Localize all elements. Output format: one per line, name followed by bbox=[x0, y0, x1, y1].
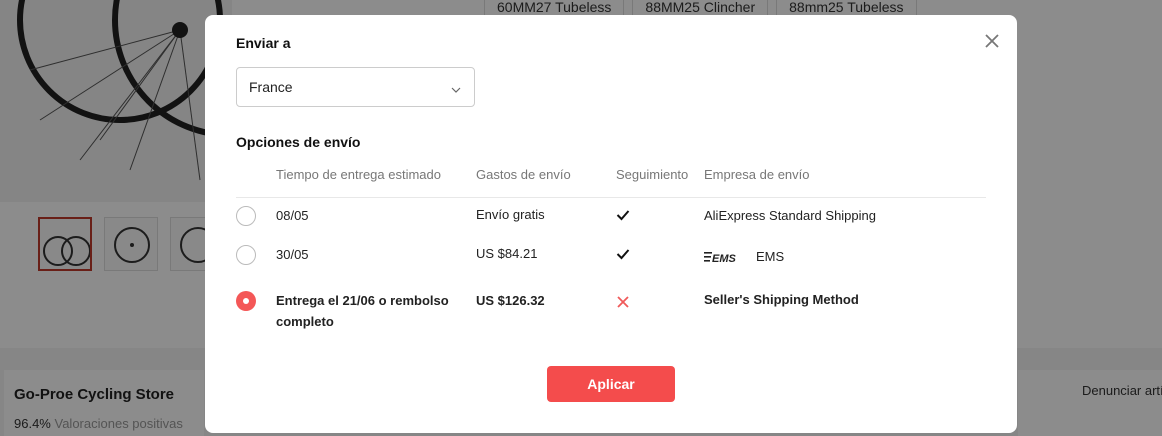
apply-button[interactable]: Aplicar bbox=[547, 366, 675, 402]
cross-icon bbox=[616, 295, 630, 312]
shipping-option-row[interactable]: 30/05 US $84.21 EMS EMS bbox=[236, 244, 986, 284]
chevron-down-icon bbox=[451, 82, 461, 93]
header-divider bbox=[236, 197, 986, 198]
ems-logo-icon: EMS bbox=[704, 251, 737, 264]
shipping-option-row[interactable]: 08/05 Envío gratis AliExpress Standard S… bbox=[236, 205, 986, 241]
shipping-modal: Enviar a France Opciones de envío Tiempo… bbox=[205, 15, 1017, 433]
country-value: France bbox=[249, 79, 293, 95]
ship-to-label: Enviar a bbox=[236, 35, 291, 51]
country-select[interactable]: France bbox=[236, 67, 475, 107]
ems-logo-text: EMS bbox=[712, 253, 737, 264]
column-header-tracking: Seguimiento bbox=[616, 167, 689, 182]
close-icon[interactable] bbox=[983, 32, 1001, 50]
shipping-option-row-selected[interactable]: Entrega el 21/06 o rembolso completo US … bbox=[236, 290, 986, 336]
shipping-cost: US $84.21 bbox=[476, 246, 538, 261]
check-icon bbox=[616, 248, 630, 263]
column-header-shipping-cost: Gastos de envío bbox=[476, 167, 571, 182]
shipping-cost: US $126.32 bbox=[476, 293, 545, 308]
column-header-delivery-time: Tiempo de entrega estimado bbox=[276, 167, 442, 182]
delivery-time: 08/05 bbox=[276, 208, 309, 223]
delivery-time: Entrega el 21/06 o rembolso completo bbox=[276, 293, 449, 329]
delivery-time: 30/05 bbox=[276, 247, 309, 262]
radio-button[interactable] bbox=[236, 206, 256, 226]
radio-button[interactable] bbox=[236, 245, 256, 265]
carrier-name: Seller's Shipping Method bbox=[704, 292, 859, 307]
shipping-options-title: Opciones de envío bbox=[236, 134, 361, 150]
carrier-name-text: EMS bbox=[756, 249, 785, 264]
carrier-name-text: AliExpress Standard Shipping bbox=[704, 208, 876, 223]
check-icon bbox=[616, 209, 630, 224]
carrier-name: EMS EMS bbox=[704, 249, 784, 264]
carrier-name-text: Seller's Shipping Method bbox=[704, 292, 859, 307]
column-header-carrier: Empresa de envío bbox=[704, 167, 810, 182]
radio-button-checked[interactable] bbox=[236, 291, 256, 311]
carrier-name: AliExpress Standard Shipping bbox=[704, 208, 876, 223]
shipping-cost: Envío gratis bbox=[476, 207, 545, 222]
